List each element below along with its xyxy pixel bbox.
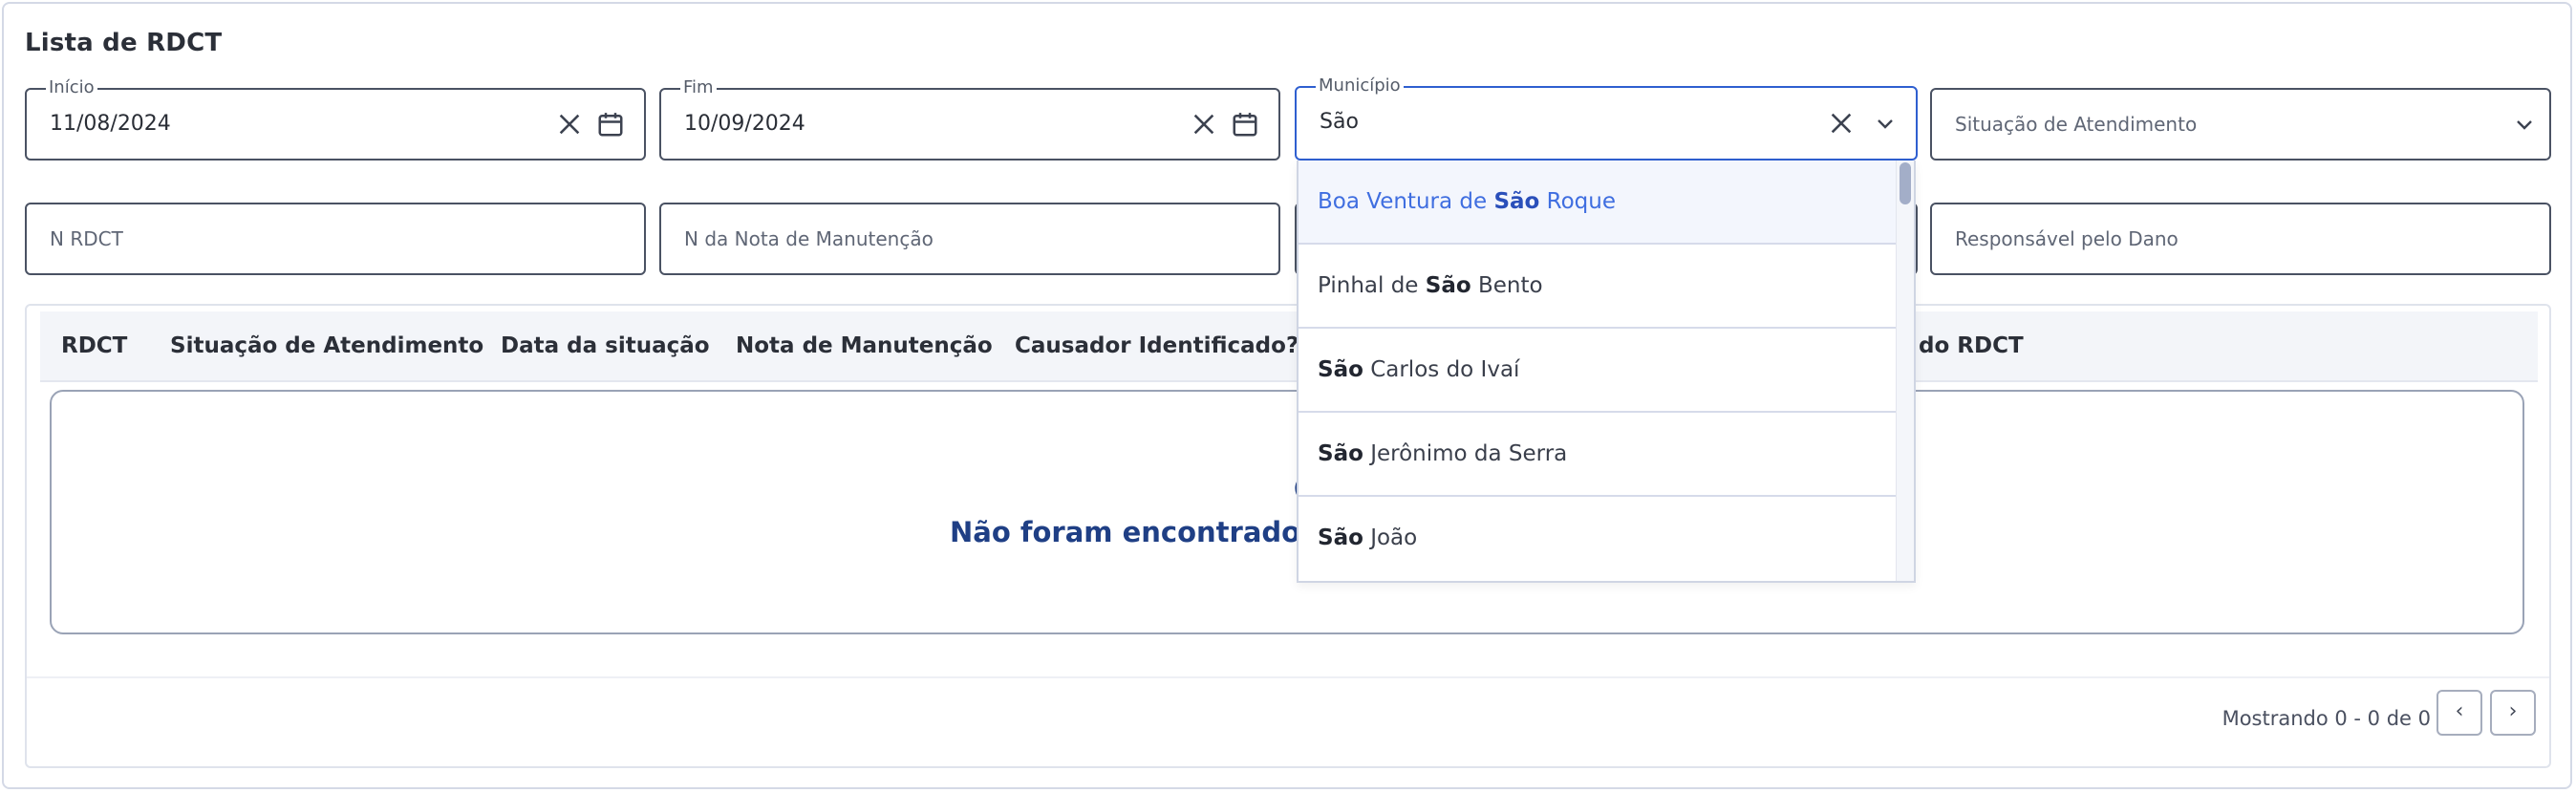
municipio-option[interactable]: Boa Ventura de São Roque xyxy=(1299,161,1900,245)
n-rdct-placeholder: N RDCT xyxy=(50,227,123,250)
column-header-nota-manutencao[interactable]: Nota de Manutenção xyxy=(736,311,993,380)
fim-value[interactable]: 10/09/2024 xyxy=(684,90,805,159)
chevron-right-icon: › xyxy=(2508,699,2518,723)
page-title: Lista de RDCT xyxy=(25,29,223,57)
close-icon[interactable] xyxy=(1828,110,1855,137)
responsavel-dano-placeholder: Responsável pelo Dano xyxy=(1955,227,2179,250)
municipio-select-field[interactable]: Município São xyxy=(1295,75,1918,161)
inicio-value[interactable]: 11/08/2024 xyxy=(50,90,171,159)
chevron-down-icon[interactable] xyxy=(2513,113,2536,136)
municipio-option[interactable]: São Carlos do Ivaí xyxy=(1299,329,1900,413)
inicio-date-field[interactable]: Início 11/08/2024 xyxy=(25,77,646,161)
n-nota-manutencao-placeholder: N da Nota de Manutenção xyxy=(684,227,934,250)
column-header-data-situacao[interactable]: Data da situação xyxy=(501,311,710,380)
situacao-atendimento-select[interactable]: Situação de Atendimento xyxy=(1930,88,2551,161)
table-header: RDCT Situação de Atendimento Data da sit… xyxy=(40,311,2538,382)
column-header-rdct-tail[interactable]: do RDCT xyxy=(1919,311,2024,380)
empty-state: Não foram encontrados re xyxy=(50,390,2524,634)
column-header-situacao[interactable]: Situação de Atendimento xyxy=(170,311,483,380)
close-icon[interactable] xyxy=(556,111,583,138)
footer-divider xyxy=(27,676,2549,678)
scrollbar-thumb[interactable] xyxy=(1900,162,1911,204)
fim-date-field[interactable]: Fim 10/09/2024 xyxy=(659,77,1280,161)
next-page-button[interactable]: › xyxy=(2490,690,2536,736)
municipio-option[interactable]: São Jerônimo da Serra xyxy=(1299,413,1900,497)
calendar-icon[interactable] xyxy=(1231,110,1259,139)
column-header-rdct[interactable]: RDCT xyxy=(61,311,127,380)
n-rdct-input[interactable]: N RDCT xyxy=(25,203,646,275)
situacao-atendimento-placeholder: Situação de Atendimento xyxy=(1955,113,2198,136)
n-nota-manutencao-input[interactable]: N da Nota de Manutenção xyxy=(659,203,1280,275)
responsavel-dano-input[interactable]: Responsável pelo Dano xyxy=(1930,203,2551,275)
results-table: RDCT Situação de Atendimento Data da sit… xyxy=(25,304,2551,768)
close-icon[interactable] xyxy=(1191,111,1217,138)
municipio-option[interactable]: São João xyxy=(1299,497,1900,581)
municipio-option[interactable]: Pinhal de São Bento xyxy=(1299,245,1900,329)
calendar-icon[interactable] xyxy=(596,110,625,139)
municipio-dropdown-list: Boa Ventura de São Roque Pinhal de São B… xyxy=(1297,161,1916,583)
pagination-status: Mostrando 0 - 0 de 0 xyxy=(2222,707,2431,730)
prev-page-button[interactable]: ‹ xyxy=(2436,690,2482,736)
chevron-down-icon[interactable] xyxy=(1874,112,1897,135)
dropdown-scrollbar[interactable] xyxy=(1896,161,1914,581)
municipio-search-input[interactable]: São xyxy=(1320,88,1359,157)
column-header-causador[interactable]: Causador Identificado? xyxy=(1015,311,1299,380)
chevron-left-icon: ‹ xyxy=(2455,699,2464,723)
